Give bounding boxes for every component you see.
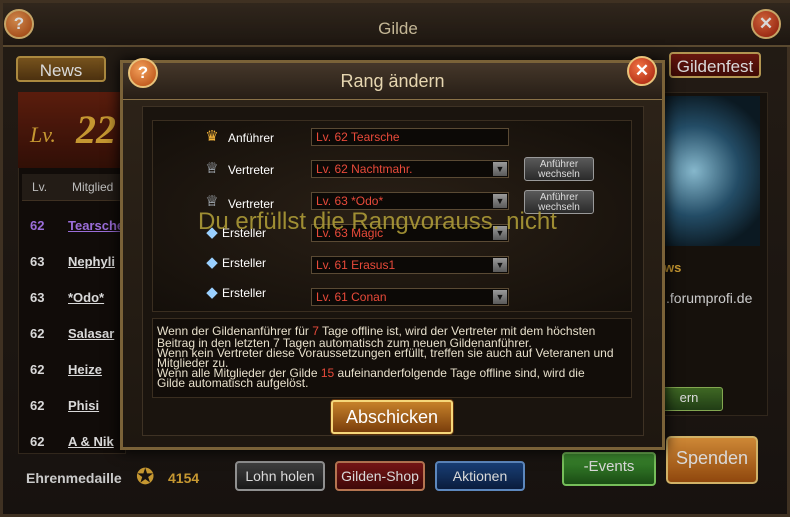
creator-2-value: Lv. 61 Erasus1 bbox=[316, 258, 396, 272]
info-box: Wenn der Gildenanführer für 7 Tage offli… bbox=[152, 318, 632, 398]
dialog-title: Rang ändern bbox=[340, 71, 445, 91]
info-text: aufeinanderfolgende Tage offline sind, w… bbox=[334, 366, 585, 380]
deputy-1-select[interactable]: Lv. 62 Nachtmahr. ▼ bbox=[311, 160, 509, 178]
chevron-down-icon[interactable]: ▼ bbox=[493, 194, 507, 208]
dialog-title-bar: Rang ändern bbox=[123, 63, 662, 100]
crown-icon: ♛ bbox=[205, 128, 219, 145]
creator-3-value: Lv. 61 Conan bbox=[316, 290, 387, 304]
info-line: Gilde automatisch aufgelöst. bbox=[157, 376, 309, 390]
leader-value: Lv. 62 Tearsche bbox=[316, 130, 400, 144]
deputy-2-value: Lv. 63 *Odo* bbox=[316, 194, 384, 208]
leader-field: Lv. 62 Tearsche bbox=[311, 128, 509, 146]
chevron-down-icon[interactable]: ▼ bbox=[493, 290, 507, 304]
wings-icon: ♕ bbox=[205, 160, 219, 177]
rank-label-creator: Ersteller bbox=[222, 256, 267, 270]
chevron-down-icon[interactable]: ▼ bbox=[493, 162, 507, 176]
creator-3-select[interactable]: Lv. 61 Conan ▼ bbox=[311, 288, 509, 306]
dialog-close-button[interactable]: ✕ bbox=[627, 56, 657, 86]
dialog-help-button[interactable]: ? bbox=[128, 58, 158, 88]
gem-icon: ◆ bbox=[206, 284, 218, 301]
requirement-warning: Du erfüllst die Rangvorauss. nicht bbox=[198, 208, 557, 235]
chevron-down-icon[interactable]: ▼ bbox=[493, 258, 507, 272]
submit-button[interactable]: Abschicken bbox=[331, 400, 453, 434]
gem-icon: ◆ bbox=[206, 254, 218, 271]
change-leader-button[interactable]: Anführer wechseln bbox=[524, 157, 594, 181]
deputy-1-value: Lv. 62 Nachtmahr. bbox=[316, 162, 413, 176]
rank-label-creator: Ersteller bbox=[222, 286, 267, 300]
info-highlight: 15 bbox=[320, 366, 335, 380]
rank-label-deputy: Vertreter bbox=[228, 163, 275, 177]
rank-label-leader: Anführer bbox=[228, 131, 275, 145]
creator-2-select[interactable]: Lv. 61 Erasus1 ▼ bbox=[311, 256, 509, 274]
